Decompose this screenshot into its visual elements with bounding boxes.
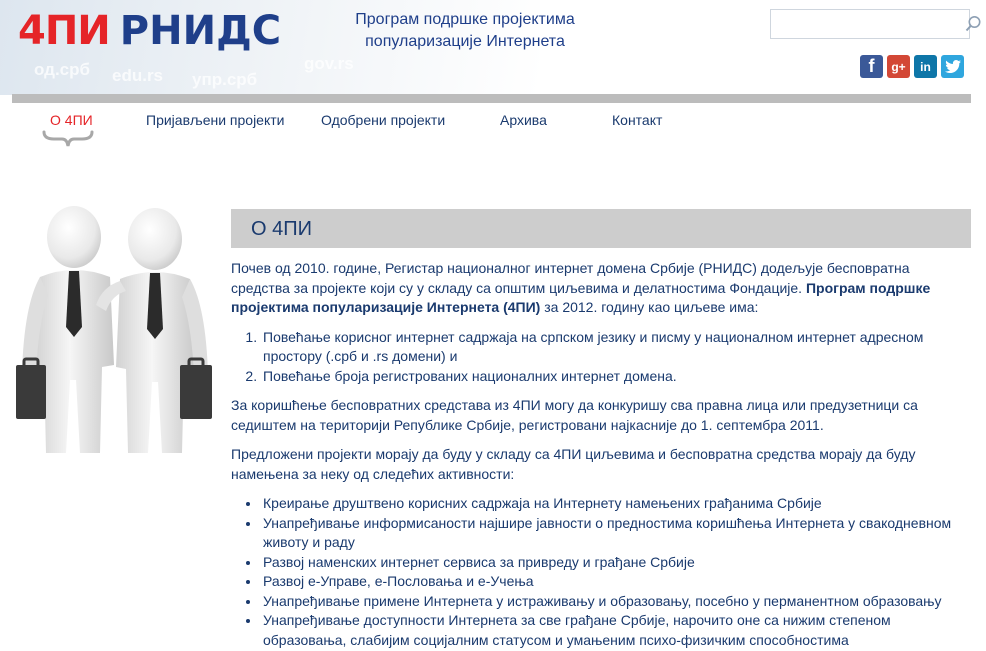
linkedin-icon[interactable]: in — [914, 55, 937, 78]
list-item: Унапређивање доступности Интернета за св… — [261, 611, 971, 650]
search-box — [770, 9, 981, 39]
section-title: О 4ПИ — [251, 218, 312, 240]
nav-item-submitted-projects[interactable]: Пријављени пројекти — [146, 112, 284, 128]
header-ghost-text: gov.rs — [304, 54, 354, 73]
list-item: Повећање корисног интернет садржаја на с… — [261, 328, 971, 367]
site-tagline: Програм подршке пројектима популаризациј… — [330, 9, 600, 53]
intro-paragraph: Почев од 2010. године, Регистар национал… — [231, 259, 971, 318]
businessmen-illustration — [16, 206, 212, 453]
list-item: Развој наменских интернет сервиса за при… — [261, 553, 971, 573]
list-item: Унапређивање информисаности најшире јавн… — [261, 514, 971, 553]
list-item: Креирање друштвено корисних садржаја на … — [261, 494, 971, 514]
site-logo[interactable]: 4ПИ РНИДС — [18, 8, 281, 58]
twitter-icon[interactable] — [941, 55, 964, 78]
facebook-icon[interactable]: f — [860, 55, 883, 78]
header-ghost-text: од.срб — [34, 60, 91, 79]
header: од.срб edu.rs упр.срб gov.rs 4ПИ РНИДС П… — [0, 0, 986, 100]
header-ghost-text: упр.срб — [192, 70, 258, 89]
list-item: Повећање броја регистрованих националних… — [261, 367, 971, 387]
goals-list: Повећање корисног интернет садржаја на с… — [259, 328, 971, 387]
nav-item-contact[interactable]: Контакт — [612, 112, 662, 128]
eligibility-paragraph: За коришћење бесповратних средстава из 4… — [231, 397, 918, 433]
header-ghost-text: edu.rs — [112, 66, 164, 85]
activities-list: Креирање друштвено корисних садржаја на … — [259, 494, 971, 650]
list-item: Унапређивање примене Интернета у истражи… — [261, 592, 971, 612]
list-item: Развој е-Управе, е-Пословања и е-Учења — [261, 572, 971, 592]
social-links: f g+ in — [860, 55, 964, 78]
active-nav-indicator-icon — [42, 130, 94, 147]
logo-4pi-text: 4ПИ — [18, 8, 111, 54]
nav-item-about[interactable]: О 4ПИ — [50, 112, 93, 128]
search-icon[interactable] — [964, 10, 982, 38]
search-input[interactable] — [771, 10, 964, 38]
main-content: Почев од 2010. године, Регистар национал… — [231, 259, 971, 650]
activities-intro-paragraph: Предложени пројекти морају да буду у скл… — [231, 446, 916, 482]
intro-text-end: за 2012. годину као циљеве има: — [540, 299, 759, 315]
section-header: О 4ПИ — [231, 209, 971, 248]
google-plus-icon[interactable]: g+ — [887, 55, 910, 78]
nav-item-approved-projects[interactable]: Одобрени пројекти — [321, 112, 445, 128]
tagline-line: популаризације Интернета — [365, 33, 565, 50]
tagline-line: Програм подршке пројектима — [355, 11, 575, 28]
top-divider-bar — [12, 94, 971, 103]
logo-rnids-text: РНИДС — [119, 8, 282, 54]
nav-item-archive[interactable]: Архива — [500, 112, 547, 128]
main-navigation: О 4ПИ Пријављени пројекти Одобрени проје… — [12, 103, 971, 148]
